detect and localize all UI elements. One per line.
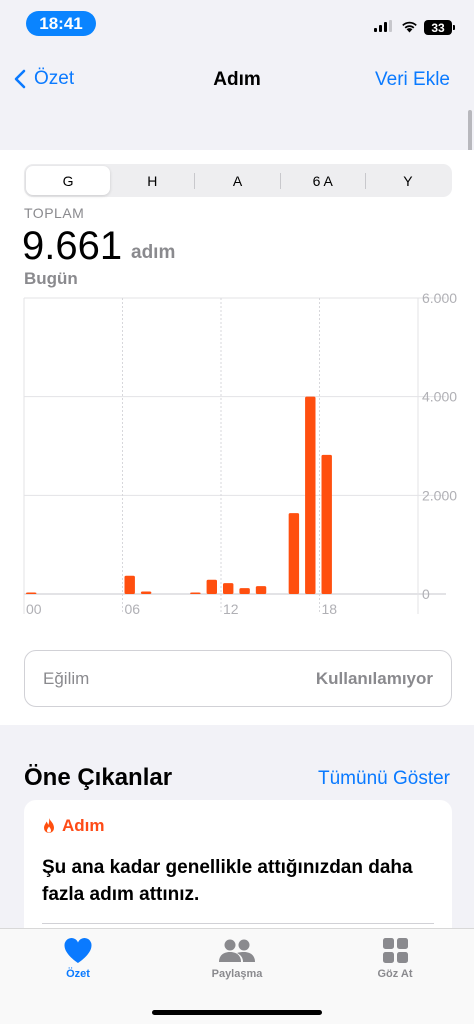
navigation-bar: Özet Adım Veri Ekle: [0, 60, 474, 100]
highlight-header: Adım: [42, 816, 434, 836]
step-bar: [223, 583, 234, 594]
grid-icon: [382, 938, 408, 963]
y-tick-label: 4.000: [422, 389, 457, 405]
total-unit: adım: [131, 242, 176, 263]
add-data-button[interactable]: Veri Ekle: [375, 69, 450, 91]
wifi-icon: [402, 21, 417, 33]
x-tick-label: 00: [26, 601, 42, 617]
cellular-signal-icon: [374, 20, 392, 32]
x-tick-label: 06: [125, 601, 141, 617]
trend-value: Kullanılamıyor: [315, 668, 433, 688]
tab-label: Göz At: [377, 968, 413, 980]
total-label: TOPLAM: [24, 205, 85, 221]
people-icon: [219, 939, 255, 962]
step-bar: [305, 396, 316, 594]
heart-icon: [64, 938, 92, 963]
step-bar: [190, 592, 201, 594]
status-bar: 18:41 33: [0, 0, 474, 48]
step-bar: [288, 513, 300, 594]
status-time[interactable]: 18:41: [26, 11, 96, 36]
segment-six-months[interactable]: 6 A: [281, 166, 365, 195]
y-tick-label: 2.000: [422, 487, 457, 503]
y-tick-label: 0: [422, 586, 430, 602]
flame-icon: [44, 818, 54, 833]
total-value: 9.661: [22, 224, 123, 268]
highlights-title: Öne Çıkanlar: [24, 764, 173, 791]
tab-summary[interactable]: Özet: [18, 937, 138, 980]
trend-row[interactable]: Eğilim Kullanılamıyor: [24, 650, 452, 707]
x-tick-label: 12: [223, 601, 239, 617]
tab-label: Paylaşma: [211, 968, 263, 980]
step-bar: [124, 575, 135, 594]
tab-sharing[interactable]: Paylaşma: [177, 937, 297, 980]
period-segmented-control: G H A 6 A Y: [24, 164, 452, 197]
step-bar: [255, 586, 267, 594]
x-tick-label: 18: [322, 601, 338, 617]
trend-label: Eğilim: [43, 668, 90, 688]
divider: [42, 923, 434, 924]
step-bar: [140, 591, 152, 594]
date-label: Bugün: [24, 269, 78, 288]
segment-day[interactable]: G: [26, 166, 111, 195]
step-bar: [26, 592, 37, 594]
segment-year[interactable]: Y: [366, 166, 450, 195]
show-all-link[interactable]: Tümünü Göster: [318, 768, 450, 790]
step-bar: [321, 454, 332, 594]
tab-browse[interactable]: Göz At: [335, 937, 455, 980]
highlight-text: Şu ana kadar genellikle attığınızdan dah…: [42, 857, 413, 905]
segment-month[interactable]: A: [195, 166, 279, 195]
tab-bar: Özet Paylaşma Göz At: [0, 928, 474, 1024]
home-indicator[interactable]: [152, 1010, 322, 1015]
steps-bar-chart[interactable]: 6.0004.0002.000000 06 12 18: [0, 290, 474, 620]
step-bar: [206, 579, 217, 594]
step-bar: [239, 588, 250, 594]
segment-week[interactable]: H: [110, 166, 194, 195]
y-tick-label: 6.000: [422, 290, 457, 306]
tab-label: Özet: [66, 968, 90, 980]
highlight-category: Adım: [62, 816, 105, 835]
battery-icon: 33: [424, 20, 455, 35]
